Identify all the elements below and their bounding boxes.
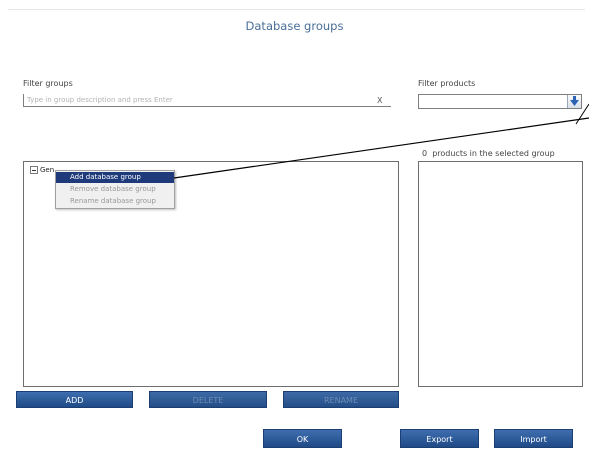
products-count: 0 <box>422 149 428 158</box>
tree-node-root[interactable]: Gen <box>30 166 54 174</box>
menu-item-remove-database-group[interactable]: Remove database group <box>56 184 174 195</box>
products-count-label: 0 products in the selected group <box>422 149 555 158</box>
dialog-title: Database groups <box>245 19 344 33</box>
products-count-text: products in the selected group <box>432 149 555 158</box>
menu-item-add-database-group[interactable]: Add database group <box>56 172 174 183</box>
export-button[interactable]: Export <box>400 429 479 448</box>
collapse-icon[interactable] <box>30 166 38 174</box>
ok-button[interactable]: OK <box>263 429 342 448</box>
down-arrow-icon <box>570 96 579 106</box>
tree-node-label: Gen <box>40 166 55 174</box>
products-list-panel[interactable] <box>418 161 583 387</box>
clear-filter-button[interactable]: X <box>377 96 382 105</box>
menu-item-rename-database-group[interactable]: Rename database group <box>56 196 174 207</box>
context-menu: Add database group Remove database group… <box>55 170 175 209</box>
filter-products-dropdown[interactable] <box>418 94 582 109</box>
dropdown-button[interactable] <box>567 95 581 108</box>
filter-groups-label: Filter groups <box>23 79 73 88</box>
filter-products-label: Filter products <box>418 79 476 88</box>
top-divider <box>8 9 585 10</box>
delete-button[interactable]: DELETE <box>149 391 267 408</box>
rename-button[interactable]: RENAME <box>283 391 399 408</box>
import-button[interactable]: Import <box>494 429 573 448</box>
filter-groups-input[interactable] <box>23 94 391 107</box>
add-button[interactable]: ADD <box>16 391 133 408</box>
